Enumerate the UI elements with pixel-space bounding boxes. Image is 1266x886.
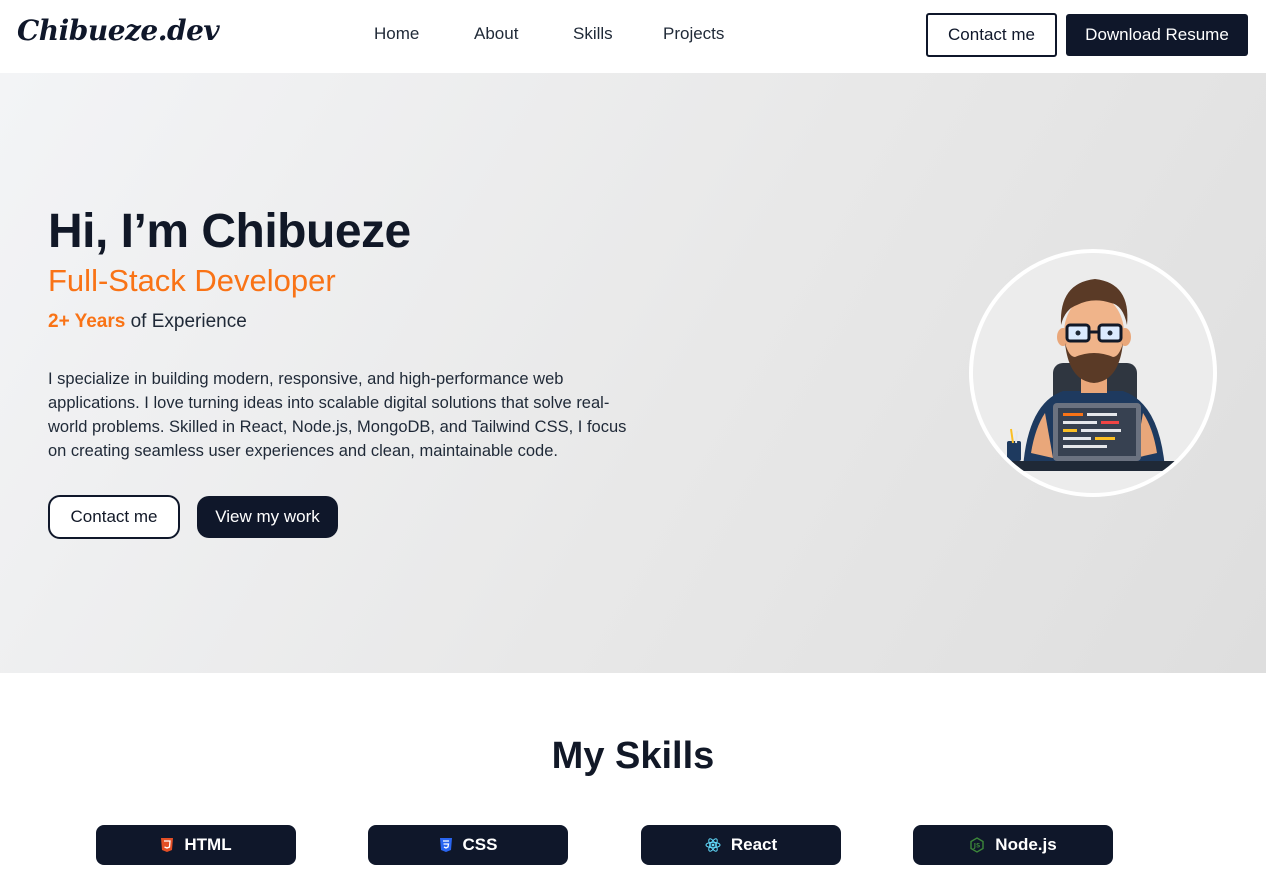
skill-label: HTML bbox=[184, 835, 232, 854]
skill-label: CSS bbox=[462, 835, 498, 854]
hero-greeting: Hi, I’m Chibueze bbox=[48, 205, 411, 258]
svg-text:JS: JS bbox=[973, 843, 981, 850]
skill-label: React bbox=[730, 835, 778, 854]
hero-role: Full-Stack Developer bbox=[48, 263, 336, 298]
developer-avatar-illustration bbox=[969, 249, 1217, 497]
hero-section: Hi, I’m Chibueze Full-Stack Developer 2+… bbox=[0, 73, 1266, 673]
top-navbar: Chibueze.dev Home About Skills Projects … bbox=[0, 0, 1266, 73]
experience-text: of Experience bbox=[125, 311, 247, 332]
skill-label: Node.js bbox=[995, 835, 1057, 854]
download-resume-button[interactable]: Download Resume bbox=[1066, 14, 1248, 56]
css3-icon bbox=[439, 837, 453, 853]
html5-icon bbox=[160, 837, 174, 853]
react-icon bbox=[705, 837, 721, 853]
nav-contact-button[interactable]: Contact me bbox=[926, 13, 1057, 57]
skill-card-html[interactable]: HTML bbox=[96, 825, 296, 865]
skill-card-react[interactable]: React bbox=[641, 825, 841, 865]
skills-heading: My Skills bbox=[551, 735, 715, 777]
hero-contact-button[interactable]: Contact me bbox=[48, 495, 180, 539]
hero-experience: 2+ Years of Experience bbox=[48, 311, 247, 333]
skill-card-css[interactable]: CSS bbox=[368, 825, 568, 865]
skill-card-nodejs[interactable]: JS Node.js bbox=[913, 825, 1113, 865]
nav-link-skills[interactable]: Skills bbox=[573, 24, 613, 44]
nav-link-about[interactable]: About bbox=[474, 24, 518, 44]
view-work-button[interactable]: View my work bbox=[197, 496, 338, 538]
site-logo[interactable]: Chibueze.dev bbox=[17, 14, 220, 47]
experience-highlight: 2+ Years bbox=[48, 311, 126, 332]
nav-link-projects[interactable]: Projects bbox=[663, 24, 724, 44]
hero-description: I specialize in building modern, respons… bbox=[48, 370, 627, 460]
nodejs-icon: JS bbox=[969, 837, 985, 853]
nav-link-home[interactable]: Home bbox=[374, 24, 419, 44]
